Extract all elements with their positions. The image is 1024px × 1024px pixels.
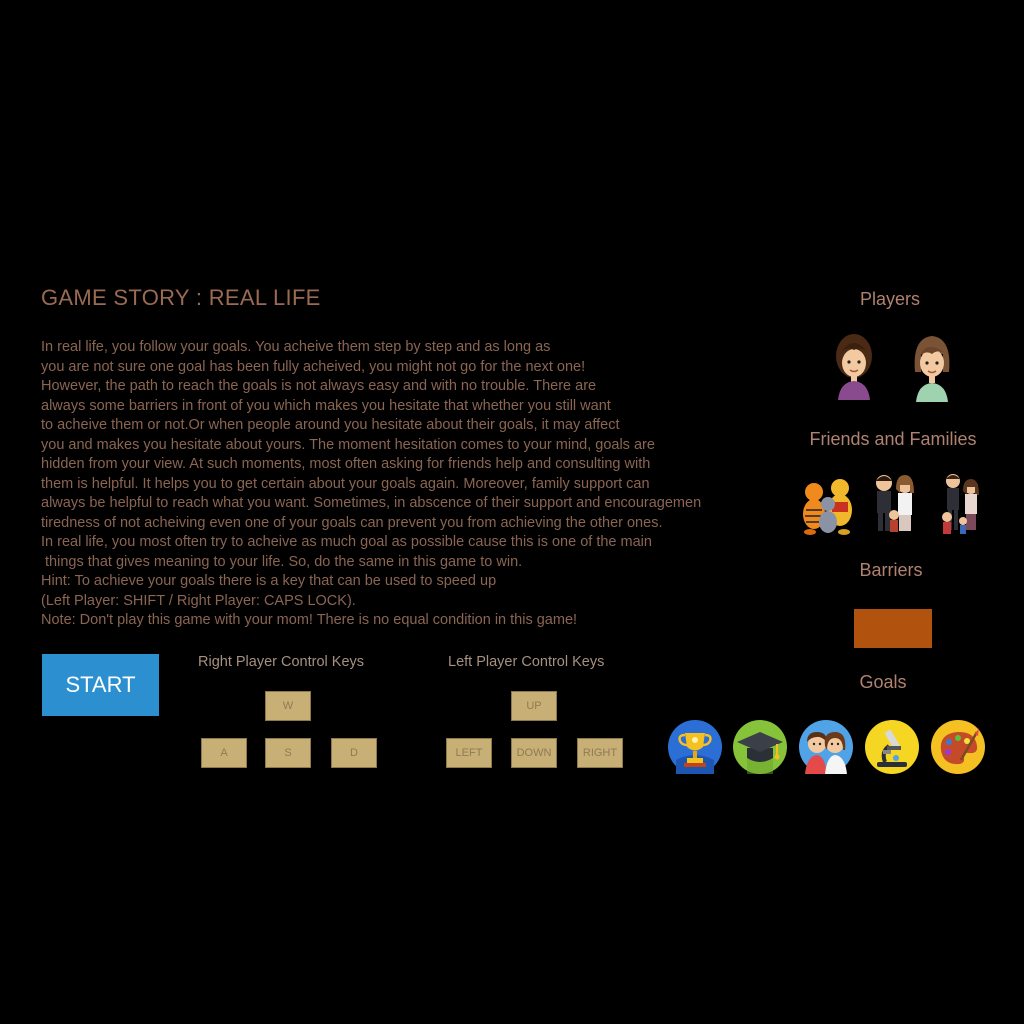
key-down[interactable]: DOWN (511, 738, 557, 768)
story-line: In real life, you follow your goals. You… (41, 339, 551, 355)
story-line: Note: Don't play this game with your mom… (41, 612, 578, 628)
paint-palette-icon (931, 720, 985, 774)
cartoon-friends-icon (803, 479, 852, 535)
story-line: Hint: To achieve your goals there is a k… (41, 573, 497, 589)
players-title: Players (859, 289, 921, 309)
story-line: always some barriers in front of you whi… (41, 397, 611, 414)
story-line: (Left Player: SHIFT / Right Player: CAPS… (41, 592, 356, 609)
graduation-cap-icon (733, 720, 787, 774)
key-w[interactable]: W (265, 691, 311, 721)
family-with-child-icon (942, 474, 979, 534)
story-line: However, the path to reach the goals is … (41, 378, 597, 394)
key-s[interactable]: S (265, 738, 311, 768)
left-controls-title: Left Player Control Keys (448, 654, 605, 670)
barriers-title: Barriers (859, 560, 923, 580)
barrier-block (854, 609, 932, 648)
story-line: tiredness of not acheiving even one of y… (41, 514, 663, 531)
story-text: In real life, you follow your goals. You… (41, 338, 761, 631)
key-left[interactable]: LEFT (446, 738, 492, 768)
story-line: things that gives meaning to your life. … (41, 553, 523, 570)
key-up[interactable]: UP (511, 691, 557, 721)
key-a[interactable]: A (201, 738, 247, 768)
microscope-icon (865, 720, 919, 774)
start-button[interactable]: START (42, 654, 159, 716)
story-line: always be helpful to reach what you want… (41, 495, 702, 511)
boy-player-icon (836, 334, 872, 400)
right-controls-title: Right Player Control Keys (198, 654, 365, 670)
friends-families-title: Friends and Families (809, 429, 977, 449)
girl-player-icon (914, 336, 950, 402)
trophy-icon (668, 720, 722, 774)
story-title: GAME STORY : REAL LIFE (41, 285, 321, 310)
story-line: them is helpful. It helps you to get cer… (41, 475, 650, 492)
story-line: to acheive them or not.Or when people ar… (41, 417, 620, 433)
goals-title: Goals (859, 672, 907, 692)
story-line: hidden from your view. At such moments, … (41, 456, 651, 472)
key-d[interactable]: D (331, 738, 377, 768)
story-line: In real life, you most often try to ache… (41, 534, 652, 550)
couple-icon (799, 720, 853, 774)
key-right[interactable]: RIGHT (577, 738, 623, 768)
story-line: you and makes you hesitate about yours. … (41, 436, 655, 453)
family-icon (876, 475, 914, 532)
story-line: you are not sure one goal has been fully… (41, 358, 586, 375)
